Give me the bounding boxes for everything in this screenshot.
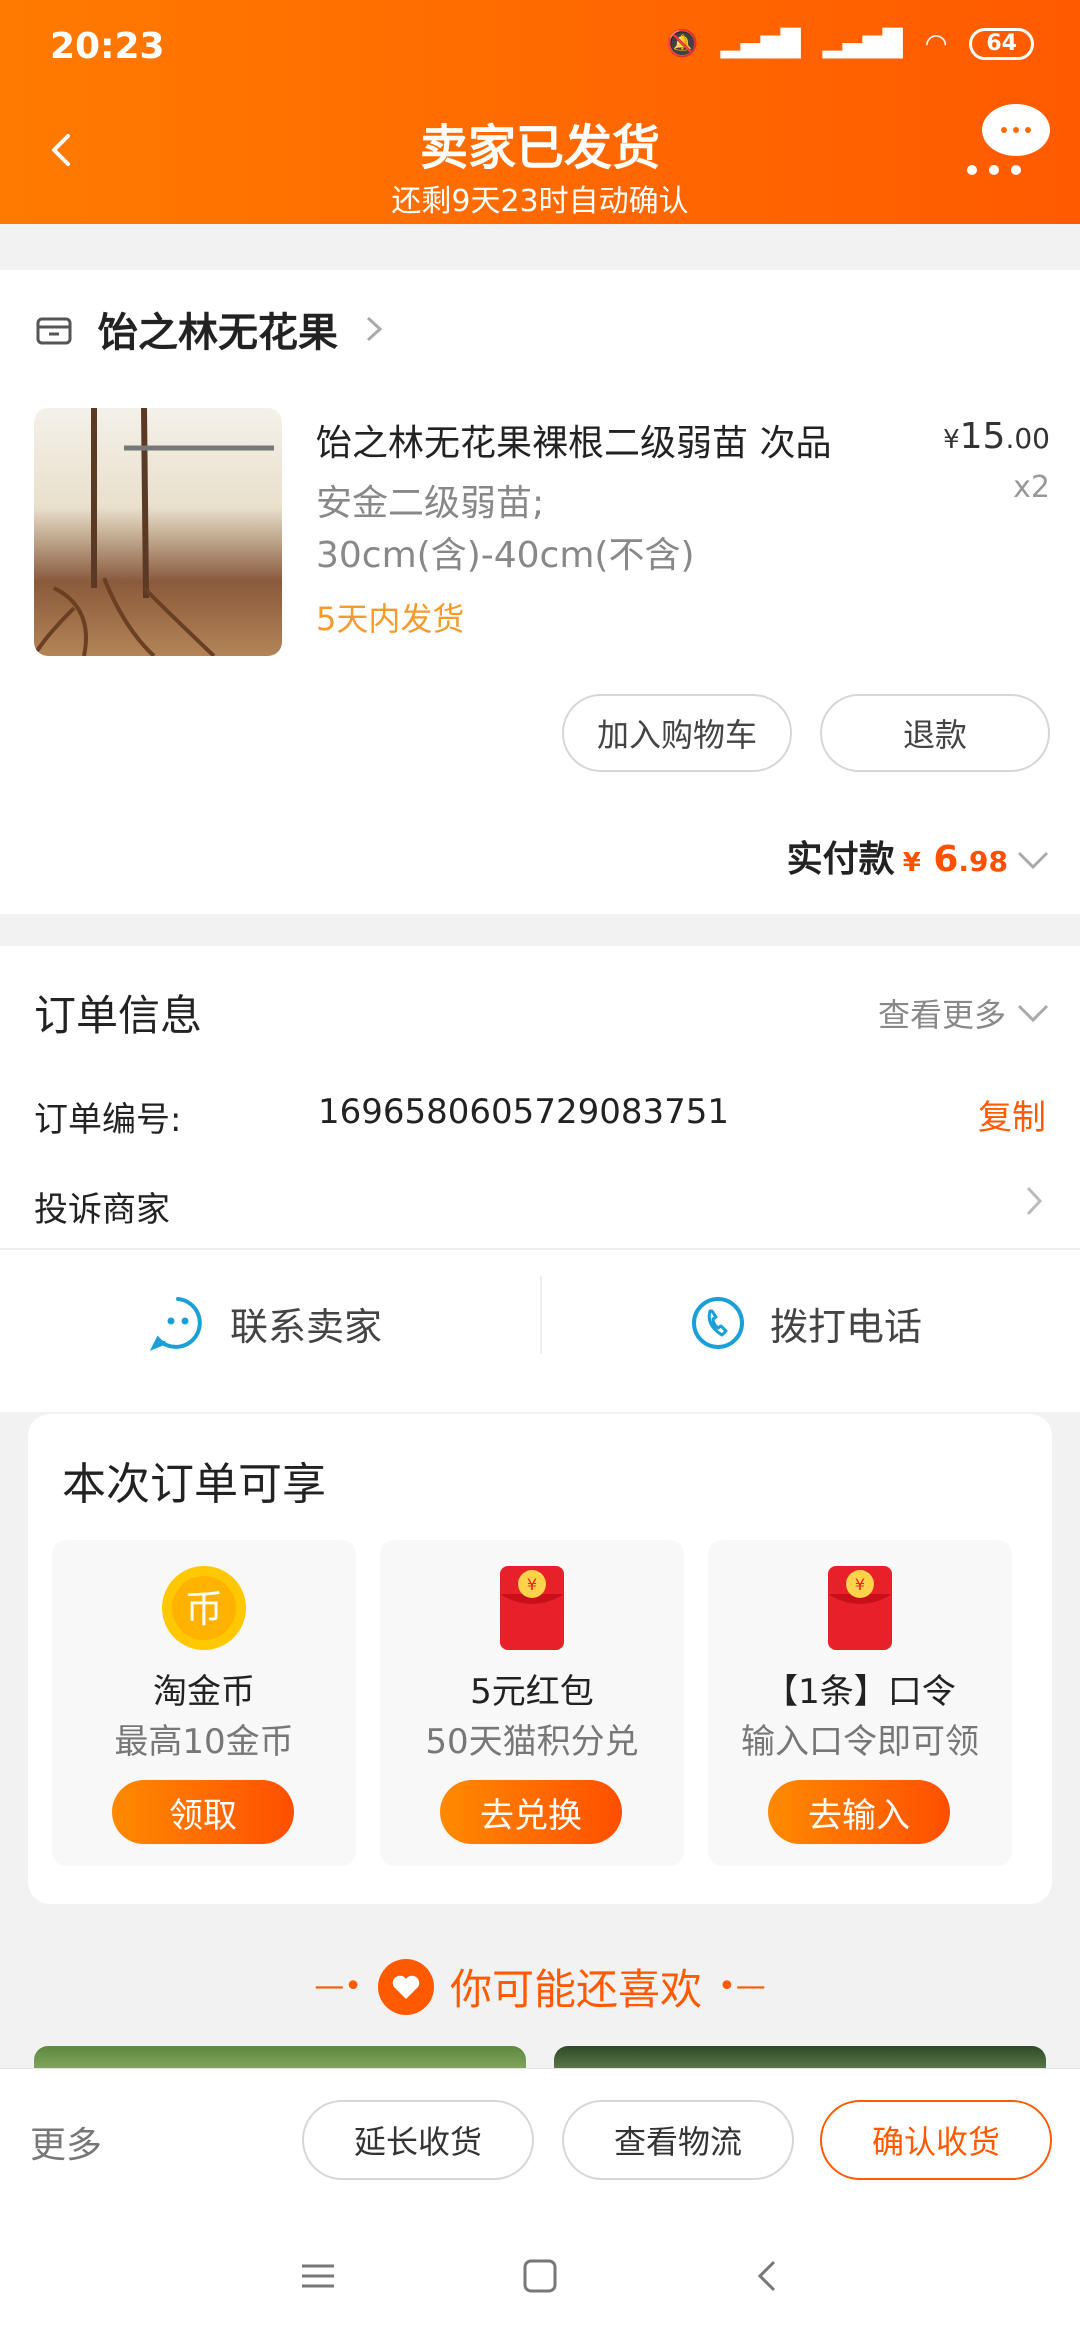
shipping-time: 5天内发货 — [316, 600, 465, 638]
product-name[interactable]: 饴之林无花果裸根二级弱苗 次品 — [316, 414, 916, 466]
call-phone-button[interactable]: 拨打电话 — [690, 1280, 922, 1366]
mute-icon: 🔕 — [666, 29, 699, 59]
call-phone-label: 拨打电话 — [770, 1304, 923, 1349]
divider — [0, 1248, 1080, 1250]
decor-line-icon: •— — [718, 1969, 766, 2004]
benefit-desc: 最高10金币 — [114, 1722, 294, 1762]
red-packet-icon: ¥ — [828, 1566, 892, 1650]
divider — [540, 1276, 542, 1354]
chevron-down-icon — [1017, 851, 1049, 870]
product-quantity: x2 — [1013, 470, 1050, 505]
page-title: 卖家已发货 — [419, 120, 660, 176]
benefit-desc: 输入口令即可领 — [741, 1722, 979, 1762]
benefit-item: ¥ 5元红包 50天猫积分兑 去兑换 — [380, 1540, 684, 1866]
signal-icon: ▂▄▆█ — [720, 29, 801, 59]
claim-coin-button[interactable]: 领取 — [112, 1780, 294, 1844]
signal-hd-icon: ▂▄▆█ — [822, 29, 903, 59]
confirm-receipt-button[interactable]: 确认收货 — [820, 2100, 1052, 2180]
svg-text:币: 币 — [185, 1587, 223, 1631]
product-price: ¥15.00 — [943, 416, 1050, 457]
heart-icon — [377, 1958, 434, 2015]
payment-summary[interactable]: 实付款 ¥ 6.98 — [787, 830, 1050, 882]
add-to-cart-button[interactable]: 加入购物车 — [562, 694, 792, 772]
order-number: 1696580605729083751 — [318, 1092, 730, 1132]
product-spec-line1: 安金二级弱苗; — [316, 483, 545, 524]
see-more-label: 查看更多 — [877, 996, 1006, 1034]
recommend-header: —• 你可能还喜欢 •— — [0, 1956, 1080, 2017]
view-logistics-button[interactable]: 查看物流 — [562, 2100, 794, 2180]
product-spec: 安金二级弱苗; 30cm(含)-40cm(不含) — [316, 478, 876, 582]
contact-seller-label: 联系卖家 — [230, 1304, 383, 1349]
svg-text:¥: ¥ — [527, 1575, 537, 1594]
more-button[interactable]: 更多 — [30, 2116, 102, 2168]
price-symbol: ¥ — [943, 425, 960, 455]
benefits-title: 本次订单可享 — [62, 1459, 326, 1510]
message-more-icon[interactable] — [964, 100, 1054, 180]
benefit-name: 淘金币 — [153, 1672, 255, 1712]
benefit-name: 【1条】口令 — [764, 1672, 956, 1712]
phone-icon — [692, 1297, 744, 1349]
product-photo-icon — [34, 408, 274, 656]
product-spec-line2: 30cm(含)-40cm(不含) — [316, 535, 695, 576]
chevron-right-icon — [1026, 1186, 1043, 1216]
wifi-icon: ◠ — [924, 29, 948, 59]
recommend-title: 你可能还喜欢 — [449, 1965, 702, 2014]
chat-face-icon — [150, 1297, 202, 1351]
paid-label: 实付款 — [786, 839, 895, 880]
enter-code-button[interactable]: 去输入 — [768, 1780, 950, 1844]
gold-coin-icon: 币 — [162, 1566, 246, 1650]
extend-receipt-button[interactable]: 延长收货 — [302, 2100, 534, 2180]
page-subtitle: 还剩9天23时自动确认 — [391, 184, 689, 219]
benefit-item: 币 淘金币 最高10金币 领取 — [52, 1540, 356, 1866]
order-info-title: 订单信息 — [34, 991, 203, 1040]
menu-icon[interactable] — [298, 2256, 338, 2296]
svg-text:¥: ¥ — [855, 1575, 865, 1594]
shop-name: 饴之林无花果 — [98, 310, 338, 356]
status-icons: 🔕 ▂▄▆█ ▂▄▆█ ◠ 64 — [666, 28, 1034, 60]
chevron-down-icon — [1017, 1004, 1049, 1023]
store-icon — [36, 317, 72, 345]
benefit-item: ¥ 【1条】口令 输入口令即可领 去输入 — [708, 1540, 1012, 1866]
price-int: 15 — [959, 416, 1006, 457]
complaint-link[interactable]: 投诉商家 — [34, 1182, 170, 1231]
see-more-button[interactable]: 查看更多 — [878, 990, 1050, 1036]
status-time: 20:23 — [50, 26, 165, 67]
price-dec: .00 — [1005, 422, 1050, 455]
decor-line-icon: —• — [314, 1969, 362, 2004]
back-icon[interactable] — [748, 2256, 788, 2296]
product-image[interactable] — [34, 408, 282, 656]
redeem-button[interactable]: 去兑换 — [440, 1780, 622, 1844]
order-number-label: 订单编号: — [34, 1100, 182, 1140]
battery-icon: 64 — [969, 28, 1034, 60]
header-bar: 20:23 🔕 ▂▄▆█ ▂▄▆█ ◠ 64 卖家已发货 还剩9天23时自动确认 — [0, 0, 1080, 224]
shop-header[interactable]: 饴之林无花果 — [34, 300, 386, 358]
benefit-name: 5元红包 — [470, 1672, 594, 1712]
home-icon[interactable] — [520, 2256, 560, 2296]
chevron-right-icon — [366, 316, 383, 342]
copy-button[interactable]: 复制 — [978, 1090, 1046, 1139]
refund-button[interactable]: 退款 — [820, 694, 1050, 772]
red-packet-icon: ¥ — [500, 1566, 564, 1650]
contact-seller-button[interactable]: 联系卖家 — [150, 1280, 382, 1366]
paid-amount: ¥ 6.98 — [902, 839, 1008, 880]
benefit-desc: 50天猫积分兑 — [425, 1722, 639, 1762]
